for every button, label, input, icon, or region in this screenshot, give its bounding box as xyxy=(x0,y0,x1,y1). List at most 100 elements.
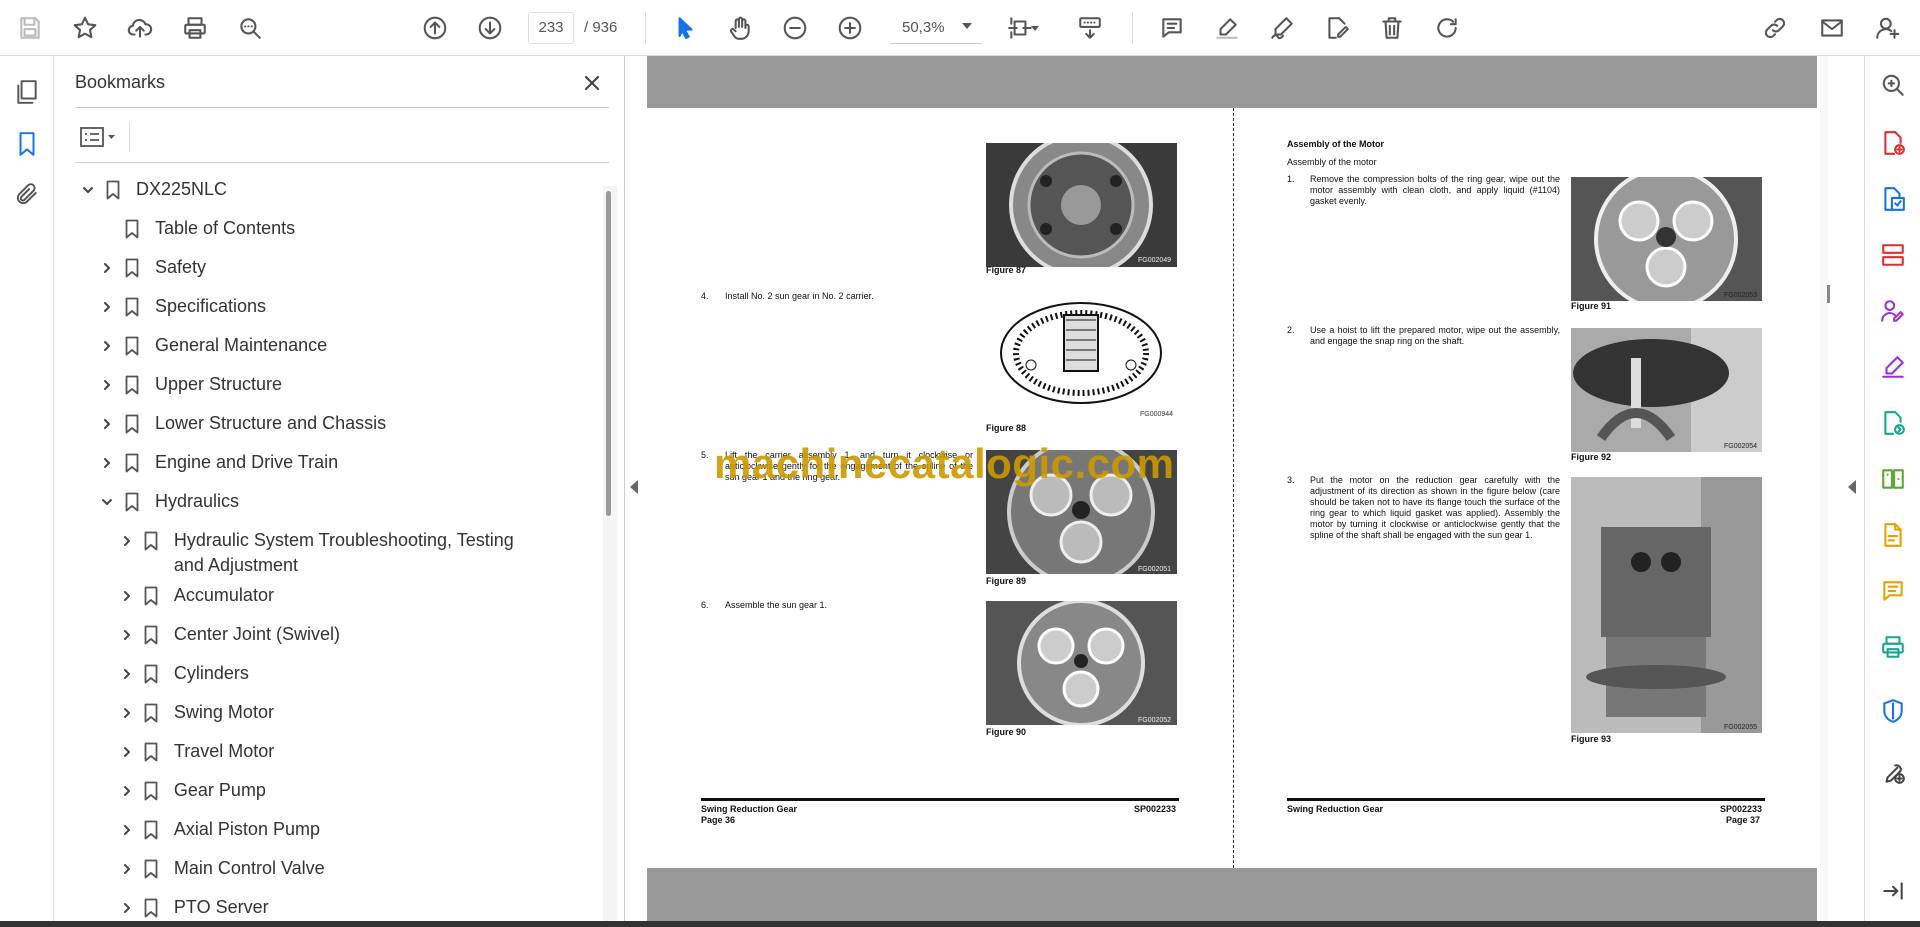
zoom-search-icon[interactable] xyxy=(1876,68,1910,102)
panel-scrollbar-thumb[interactable] xyxy=(606,191,611,516)
find-text-icon[interactable] xyxy=(230,8,270,48)
bookmark-item[interactable]: DX225NLC xyxy=(78,177,544,202)
more-tools-icon[interactable] xyxy=(1876,755,1910,789)
share-user-icon[interactable] xyxy=(1868,8,1908,48)
bookmark-item[interactable]: Lower Structure and Chassis xyxy=(97,411,544,436)
bookmark-item[interactable]: Hydraulic System Troubleshooting, Testin… xyxy=(117,528,544,578)
highlight-icon[interactable] xyxy=(1207,8,1247,48)
zoom-caret-icon[interactable] xyxy=(962,23,972,29)
bookmark-item[interactable]: Upper Structure xyxy=(97,372,544,397)
chevron-right-icon[interactable] xyxy=(117,856,136,881)
document-scrollbar[interactable] xyxy=(1820,56,1828,927)
chevron-right-icon[interactable] xyxy=(117,778,136,803)
export-pdf-icon[interactable] xyxy=(1876,182,1910,216)
viewer-background xyxy=(647,56,1817,108)
bookmark-item[interactable]: Center Joint (Swivel) xyxy=(117,622,544,647)
bookmark-item[interactable]: Engine and Drive Train xyxy=(97,450,544,475)
bookmark-item[interactable]: General Maintenance xyxy=(97,333,544,358)
chevron-down-icon[interactable] xyxy=(97,489,117,514)
zoom-out-icon[interactable] xyxy=(775,8,815,48)
protect-icon[interactable] xyxy=(1876,694,1910,728)
save-icon[interactable] xyxy=(10,8,50,48)
step-number: 4. xyxy=(701,291,709,301)
edit-pdf-icon[interactable] xyxy=(1876,518,1910,552)
document-scrollbar-thumb[interactable] xyxy=(1827,285,1830,303)
bookmark-icon xyxy=(121,411,143,436)
create-pdf-icon[interactable] xyxy=(1876,126,1910,160)
share-link-icon[interactable] xyxy=(1755,8,1795,48)
chevron-right-icon[interactable] xyxy=(117,895,136,920)
chevron-right-icon[interactable] xyxy=(117,528,136,553)
bookmark-item[interactable]: Hydraulics xyxy=(97,489,544,514)
bookmark-item[interactable]: Swing Motor xyxy=(117,700,544,725)
edit-text-icon[interactable] xyxy=(1317,8,1357,48)
chevron-right-icon[interactable] xyxy=(117,583,136,608)
figure-caption: Figure 89 xyxy=(986,576,1027,586)
bookmark-options-icon[interactable] xyxy=(75,120,123,154)
draw-icon[interactable] xyxy=(1262,8,1302,48)
figure-caption: Figure 91 xyxy=(1571,301,1612,311)
chevron-right-icon[interactable] xyxy=(117,817,136,842)
zoom-in-icon[interactable] xyxy=(830,8,870,48)
attachments-icon[interactable] xyxy=(7,174,47,214)
bookmark-item[interactable]: Travel Motor xyxy=(117,739,544,764)
email-icon[interactable] xyxy=(1812,8,1852,48)
comment-icon[interactable] xyxy=(1152,8,1192,48)
page-thumbnails-icon[interactable] xyxy=(7,72,47,112)
page-number-input[interactable]: 233 xyxy=(528,12,574,44)
collapse-panel-icon[interactable] xyxy=(630,480,638,494)
rotate-icon[interactable] xyxy=(1427,8,1467,48)
hand-tool-icon[interactable] xyxy=(720,8,760,48)
organize-pages-icon[interactable] xyxy=(1876,238,1910,272)
fill-sign-icon[interactable] xyxy=(1876,350,1910,384)
bookmark-label: Axial Piston Pump xyxy=(173,819,320,839)
bookmark-item[interactable]: Safety xyxy=(97,255,544,280)
chevron-right-icon[interactable] xyxy=(97,372,117,397)
chevron-right-icon[interactable] xyxy=(117,700,136,725)
bookmark-icon xyxy=(140,700,161,725)
scroll-mode-icon[interactable] xyxy=(1070,8,1110,48)
bookmark-item[interactable]: Specifications xyxy=(97,294,544,319)
send-for-comments-icon[interactable] xyxy=(1876,406,1910,440)
chevron-right-icon[interactable] xyxy=(97,450,117,475)
chevron-right-icon[interactable] xyxy=(117,739,136,764)
previous-page-icon[interactable] xyxy=(415,8,455,48)
collapse-tools-icon[interactable] xyxy=(1848,480,1856,494)
close-icon[interactable] xyxy=(575,66,609,100)
expand-tools-icon[interactable] xyxy=(1876,874,1910,908)
bookmark-item[interactable]: Accumulator xyxy=(117,583,544,608)
next-page-icon[interactable] xyxy=(470,8,510,48)
print-production-icon[interactable] xyxy=(1876,630,1910,664)
bookmark-icon xyxy=(140,895,161,920)
bookmark-item[interactable]: Gear Pump xyxy=(117,778,544,803)
chevron-right-icon[interactable] xyxy=(97,333,117,358)
bookmarks-icon[interactable] xyxy=(7,124,47,164)
bookmark-item[interactable]: Table of Contents xyxy=(97,216,544,241)
chevron-right-icon[interactable] xyxy=(117,622,136,647)
chevron-down-icon[interactable] xyxy=(78,177,98,202)
chevron-right-icon[interactable] xyxy=(97,255,117,280)
viewer-background xyxy=(647,868,1817,927)
print-icon[interactable] xyxy=(175,8,215,48)
bookmark-item[interactable]: Axial Piston Pump xyxy=(117,817,544,842)
page-fit-caret-icon[interactable] xyxy=(1025,8,1045,48)
request-signatures-icon[interactable] xyxy=(1876,294,1910,328)
step-text: Assemble the sun gear 1. xyxy=(725,600,828,610)
bookmark-item[interactable]: Main Control Valve xyxy=(117,856,544,881)
bookmark-icon xyxy=(140,528,161,553)
select-tool-icon[interactable] xyxy=(665,8,705,48)
chevron-right-icon[interactable] xyxy=(97,411,117,436)
chevron-right-icon[interactable] xyxy=(97,294,117,319)
figure-caption: Figure 88 xyxy=(986,423,1027,433)
compare-files-icon[interactable] xyxy=(1876,462,1910,496)
footer-page-number: Page 37 xyxy=(1726,815,1761,825)
delete-icon[interactable] xyxy=(1372,8,1412,48)
bookmark-item[interactable]: Cylinders xyxy=(117,661,544,686)
bookmark-label: General Maintenance xyxy=(155,335,328,355)
chevron-right-icon[interactable] xyxy=(117,661,136,686)
bookmark-item[interactable]: PTO Server xyxy=(117,895,544,920)
step-text: Remove the compression bolts of the ring… xyxy=(1310,174,1560,206)
comment-tool-icon[interactable] xyxy=(1876,574,1910,608)
upload-cloud-icon[interactable] xyxy=(120,8,160,48)
star-icon[interactable] xyxy=(65,8,105,48)
